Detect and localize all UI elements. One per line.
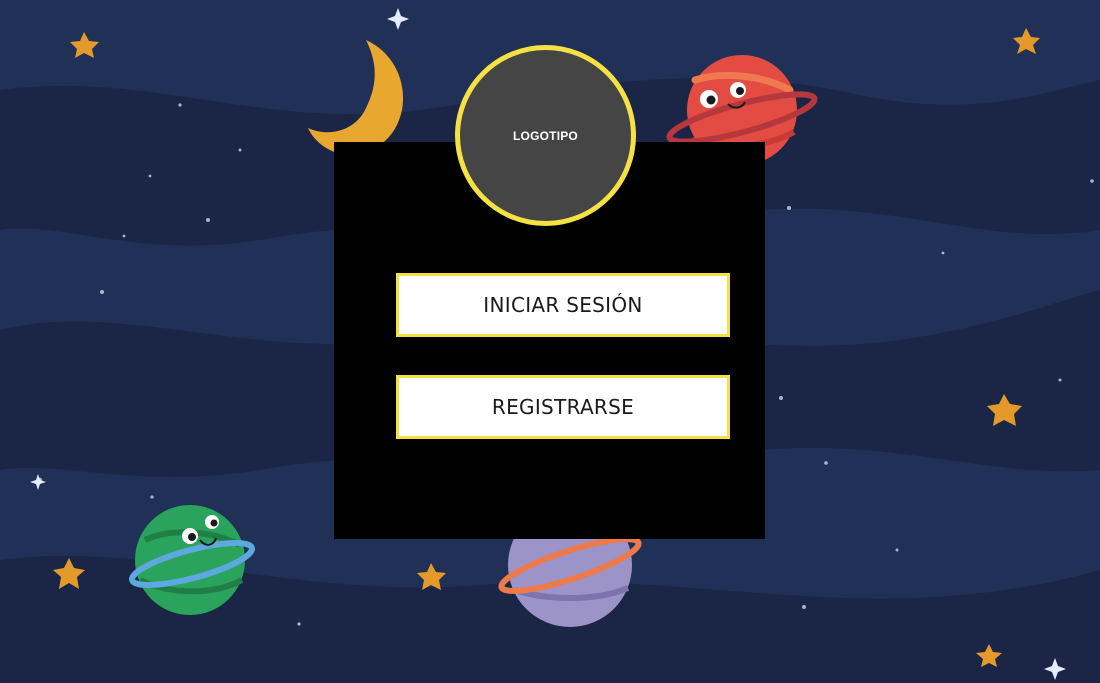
login-button[interactable]: INICIAR SESIÓN (396, 273, 730, 337)
logo-placeholder: LOGOTIPO (455, 45, 636, 226)
login-button-label: INICIAR SESIÓN (483, 293, 643, 317)
register-button-label: REGISTRARSE (491, 395, 635, 419)
register-button[interactable]: REGISTRARSE (396, 375, 730, 439)
logo-text: LOGOTIPO (513, 128, 578, 143)
